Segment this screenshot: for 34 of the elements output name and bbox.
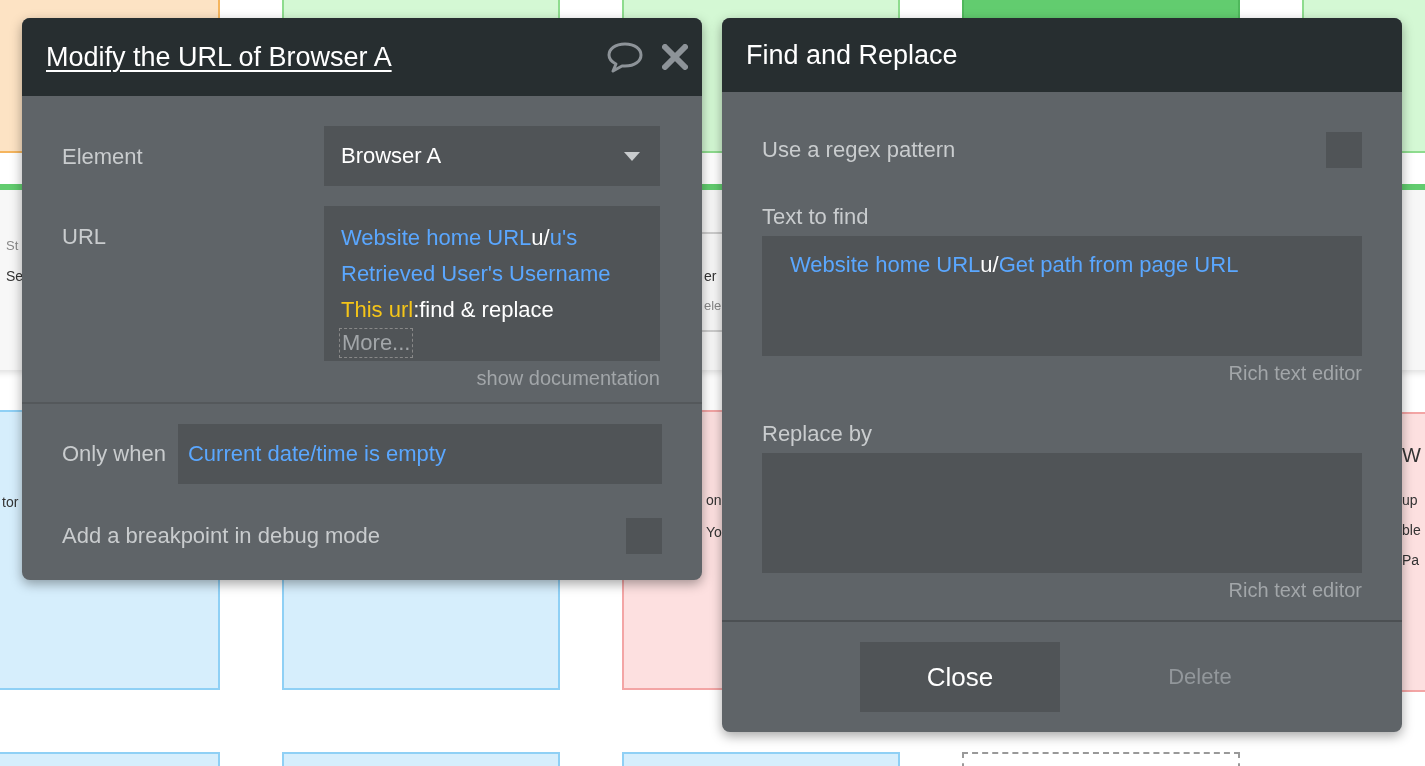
close-button[interactable]: Close	[860, 642, 1060, 712]
canvas-text: on	[706, 492, 722, 508]
documentation-link[interactable]: show documentation	[476, 367, 660, 390]
dialog-title: Find and Replace	[746, 39, 958, 71]
checkbox-label: Add a breakpoint in debug mode	[62, 523, 380, 549]
canvas-text: St	[6, 238, 19, 253]
more-button[interactable]: More...	[339, 328, 414, 358]
url-expression: Website home URLu/u's Retrieved User's Username This url:find & replace	[341, 225, 611, 322]
dialog-title: Modify the URL of Browser A	[46, 41, 392, 73]
canvas-text: Yo	[706, 524, 722, 540]
close-icon[interactable]	[662, 44, 688, 70]
condition-field[interactable]: Current date/time is empty	[177, 424, 662, 484]
canvas-text: er	[704, 268, 717, 284]
comment-icon[interactable]	[606, 41, 644, 73]
rich-text-editor-link[interactable]: Rich text editor	[1228, 362, 1362, 385]
element-dropdown[interactable]: Browser A	[324, 126, 660, 186]
canvas-text: ble	[1402, 522, 1421, 538]
field-label: Text to find	[762, 204, 870, 230]
canvas-text: W	[1402, 444, 1421, 467]
canvas-text: ele	[704, 298, 722, 313]
field-label: Element	[62, 143, 144, 171]
canvas-text: up	[1402, 492, 1418, 508]
field-label: Only when	[62, 441, 166, 467]
field-label: URL	[62, 223, 107, 251]
text-expression: Website home URLu/Get path from page URL	[790, 252, 1239, 277]
caret-icon	[624, 151, 640, 161]
canvas-text: Se	[6, 268, 24, 284]
checkbox-label: Use a regex pattern	[762, 137, 956, 163]
canvas-text: tor	[2, 494, 19, 510]
text-field[interactable]: Website home URLu/Get path from page URL	[762, 236, 1362, 356]
field-label: Replace by	[762, 421, 874, 447]
canvas-text: Pa	[1402, 552, 1420, 568]
rich-text-editor-link[interactable]: Rich text editor	[1228, 579, 1362, 602]
url-expression-field[interactable]: Website home URLu/u's Retrieved User's Username This url:find & replace More...	[324, 206, 660, 361]
